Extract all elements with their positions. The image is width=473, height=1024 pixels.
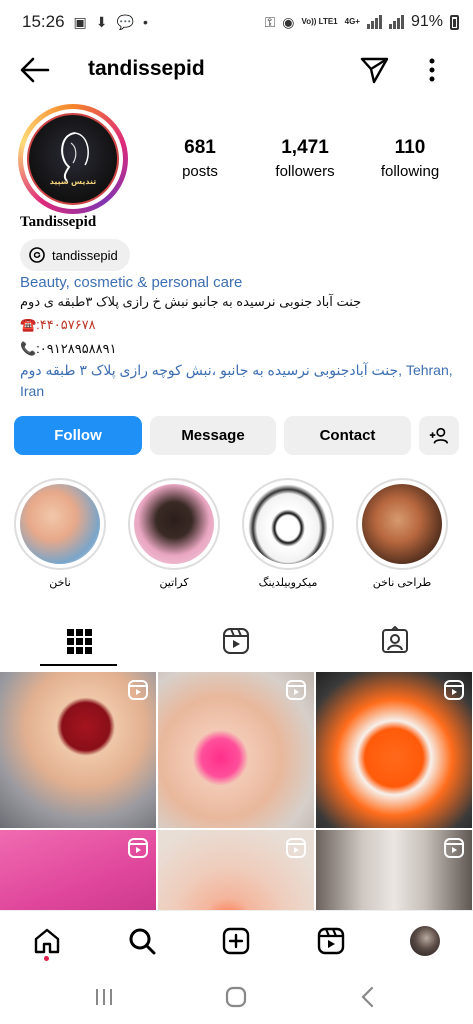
address-link-line1: جنت آبادجنوبی نرسیده به جانبو ،نبش کوچه … xyxy=(20,362,453,378)
logo-face-icon xyxy=(61,132,89,182)
chat-icon: 💬 xyxy=(116,13,134,30)
posts-grid xyxy=(0,672,473,910)
threads-handle: tandissepid xyxy=(52,247,118,263)
notification-dot xyxy=(44,956,49,961)
stat-posts-value: 681 xyxy=(184,137,216,158)
profile-header: tandissepid xyxy=(0,48,473,92)
grid-post[interactable] xyxy=(316,830,472,910)
highlight-keratin-image xyxy=(134,484,214,564)
username-title: tandissepid xyxy=(88,57,205,80)
highlight-nail-design[interactable]: طراحی ناخن xyxy=(354,478,450,589)
more-vertical-icon[interactable] xyxy=(420,54,444,86)
grid-post[interactable] xyxy=(0,672,156,828)
profile-avatar xyxy=(410,926,440,956)
tab-reels[interactable] xyxy=(218,625,254,657)
system-navigation xyxy=(0,972,473,1024)
highlight-caption: کراتین xyxy=(159,577,189,589)
battery-icon xyxy=(450,14,459,30)
address-link[interactable]: جنت آبادجنوبی نرسیده به جانبو ،نبش کوچه … xyxy=(20,360,460,402)
stat-followers-value: 1,471 xyxy=(281,137,329,158)
tab-posts-grid[interactable] xyxy=(61,625,97,657)
nav-reels[interactable] xyxy=(315,925,347,957)
gallery-icon: ▣ xyxy=(73,13,87,30)
grid-post[interactable] xyxy=(0,830,156,910)
grid-post[interactable] xyxy=(158,830,314,910)
grid-icon xyxy=(67,629,92,654)
profile-tabs xyxy=(0,617,473,669)
story-ring[interactable]: تندیس سپید xyxy=(18,104,128,214)
status-time: 15:26 xyxy=(22,12,65,31)
stat-following-label: following xyxy=(380,163,440,180)
tagged-icon xyxy=(382,626,408,653)
highlight-microblading[interactable]: میکروبیلدینگ xyxy=(240,478,336,589)
follow-button[interactable]: Follow xyxy=(14,416,142,455)
highlight-microblading-image xyxy=(248,484,328,564)
back-button-icon[interactable] xyxy=(353,982,383,1012)
highlight-caption: ناخن xyxy=(49,577,71,589)
threads-icon xyxy=(29,247,45,263)
reels-icon xyxy=(317,927,345,955)
nav-search[interactable] xyxy=(126,925,158,957)
avatar: تندیس سپید xyxy=(27,113,119,205)
contact-button[interactable]: Contact xyxy=(284,416,411,455)
highlight-keratin[interactable]: کراتین xyxy=(126,478,222,589)
status-bar: 15:26 ▣ ⬇ 💬 • ⚿ ◉ Vo)) LTE1 4G+ 91% xyxy=(0,0,473,44)
battery-percent: 91% xyxy=(410,13,443,30)
reel-badge-icon xyxy=(128,838,148,858)
key-icon: ⚿ xyxy=(264,13,276,30)
nav-home[interactable] xyxy=(31,925,63,957)
display-name: Tandissepid xyxy=(20,214,97,230)
grid-post[interactable] xyxy=(158,672,314,828)
volte-indicator: Vo)) LTE1 xyxy=(301,17,338,26)
reels-icon xyxy=(223,628,249,654)
stat-followers[interactable]: 1,471 followers xyxy=(255,137,355,180)
bio-phone-line: ☎️:۴۴۰۵۷۶۷۸ xyxy=(20,317,96,332)
suggest-users-button[interactable] xyxy=(419,416,459,455)
grid-post[interactable] xyxy=(316,672,472,828)
profile-category: Beauty, cosmetic & personal care xyxy=(20,274,243,291)
highlight-caption: طراحی ناخن xyxy=(372,577,432,589)
bio-mobile-line: 📞:۰۹۱۲۸۹۵۸۸۹۱ xyxy=(20,341,117,356)
bio-address-line: جنت آباد جنوبی نرسیده به جانبو نبش خ راز… xyxy=(20,294,362,309)
recent-apps-icon[interactable] xyxy=(89,982,119,1012)
tab-tagged[interactable] xyxy=(377,625,413,657)
arrow-left-icon[interactable] xyxy=(18,54,52,86)
highlight-nail-design-image xyxy=(362,484,442,564)
more-notifications-icon: • xyxy=(142,14,148,30)
stat-posts[interactable]: 681 posts xyxy=(150,137,250,180)
search-icon xyxy=(129,928,156,955)
reel-badge-icon xyxy=(286,680,306,700)
reel-badge-icon xyxy=(286,838,306,858)
message-button[interactable]: Message xyxy=(150,416,276,455)
highlight-nails-image xyxy=(20,484,100,564)
stat-following-value: 110 xyxy=(394,137,426,158)
avatar-logo-text: تندیس سپید xyxy=(49,177,97,186)
signal-icon xyxy=(366,15,382,29)
nav-profile[interactable] xyxy=(409,925,441,957)
address-link-line2: Iran xyxy=(20,383,45,399)
stat-followers-label: followers xyxy=(275,163,335,180)
reel-badge-icon xyxy=(128,680,148,700)
hotspot-icon: ◉ xyxy=(282,13,295,30)
home-icon xyxy=(34,928,60,954)
active-tab-indicator xyxy=(40,664,117,666)
create-icon xyxy=(222,927,250,955)
paper-plane-icon[interactable] xyxy=(358,54,390,86)
reel-badge-icon xyxy=(444,838,464,858)
stat-posts-label: posts xyxy=(182,163,218,180)
stat-following[interactable]: 110 following xyxy=(360,137,460,180)
reel-badge-icon xyxy=(444,680,464,700)
signal2-icon xyxy=(388,15,404,29)
highlight-caption: میکروبیلدینگ xyxy=(258,577,318,589)
home-button-icon[interactable] xyxy=(221,982,251,1012)
download-icon: ⬇ xyxy=(95,13,108,30)
bottom-navigation xyxy=(0,910,473,970)
profile-stats: 681 posts 1,471 followers 110 following xyxy=(150,137,460,180)
network-type: 4G+ xyxy=(344,17,360,26)
add-person-icon xyxy=(429,427,449,444)
threads-badge[interactable]: tandissepid xyxy=(20,239,130,271)
highlight-nails[interactable]: ناخن xyxy=(12,478,108,589)
nav-create[interactable] xyxy=(220,925,252,957)
